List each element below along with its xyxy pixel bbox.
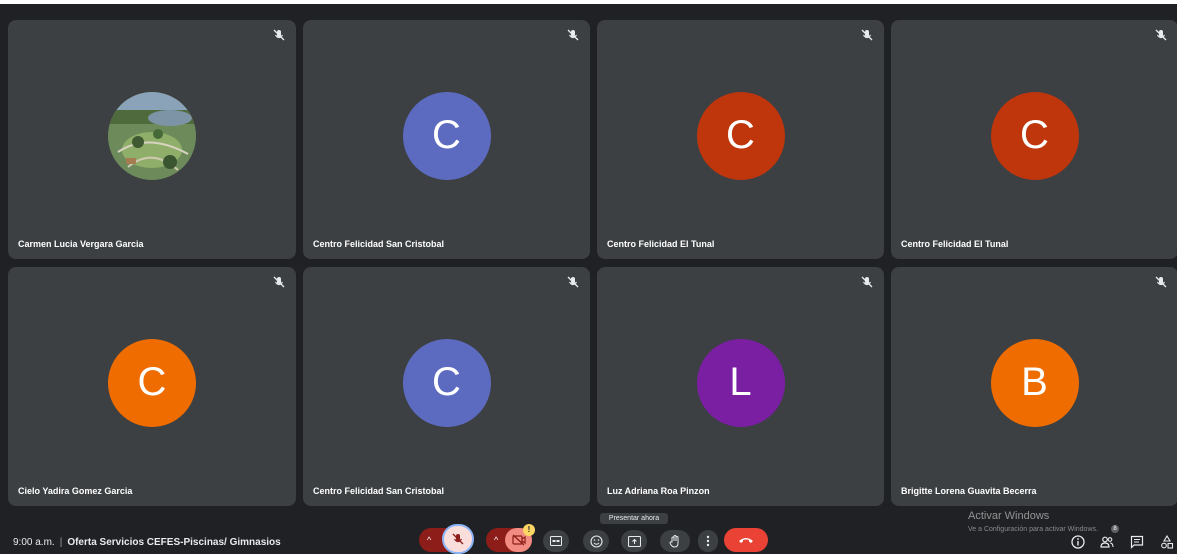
separator: | [59,537,63,548]
reactions-button[interactable] [583,530,609,552]
participant-name: Luz Adriana Roa Pinzon [607,486,710,496]
participant-photo [108,91,196,180]
windows-activation-subtitle: Ve a Configuración para activar Windows. [968,526,1098,533]
raise-hand-button[interactable] [660,530,690,552]
participant-name: Centro Felicidad San Cristobal [313,486,445,496]
muted-mic-icon [861,276,873,288]
participant-avatar: C [990,91,1079,180]
muted-mic-icon [567,29,579,41]
muted-mic-icon [1155,29,1167,41]
warning-badge-icon: ! [523,524,535,536]
more-options-button[interactable] [698,530,718,552]
participant-avatar: L [696,338,785,427]
activities-icon[interactable] [1160,535,1174,549]
people-icon[interactable] [1100,535,1114,549]
mic-off-icon [452,533,464,545]
present-now-tooltip: Presentar ahora [600,513,668,524]
participant-grid: Carmen Lucia Vergara Garcia C Centro Fel… [8,20,1177,506]
participant-name: Carmen Lucia Vergara Garcia [18,239,144,249]
captions-button[interactable] [543,530,569,552]
participant-avatar: C [696,91,785,180]
participant-avatar: C [402,91,491,180]
participant-avatar: B [990,338,1079,427]
captions-icon [550,536,562,546]
muted-mic-icon [273,29,285,41]
present-now-button[interactable] [621,530,647,552]
chat-icon[interactable] [1130,535,1144,549]
chevron-up-icon: ^ [427,535,432,545]
mic-toggle-button[interactable] [442,524,474,554]
participant-tile[interactable]: B Brigitte Lorena Guavita Becerra [891,267,1177,506]
chevron-up-icon: ^ [494,535,499,545]
emoji-icon [589,534,603,548]
participant-tile[interactable]: Carmen Lucia Vergara Garcia [8,20,296,259]
muted-mic-icon [273,276,285,288]
participant-name: Centro Felicidad El Tunal [901,239,1009,249]
participant-tile[interactable]: C Centro Felicidad San Cristobal [303,20,590,259]
participant-avatar: C [402,338,491,427]
participant-tile[interactable]: C Cielo Yadira Gomez Garcia [8,267,296,506]
participant-tile[interactable]: C Centro Felicidad El Tunal [597,20,884,259]
more-vert-icon [706,535,710,547]
meeting-title: Oferta Servicios CEFES-Piscinas/ Gimnasi… [67,537,281,548]
present-screen-icon [627,535,641,547]
participant-name: Centro Felicidad El Tunal [607,239,715,249]
participant-avatar: C [108,338,196,427]
windows-activation-title: Activar Windows [968,510,1050,522]
participants-count-badge: 8 [1111,525,1119,533]
muted-mic-icon [567,276,579,288]
hand-icon [669,534,679,548]
info-icon[interactable] [1071,535,1085,549]
participant-tile[interactable]: C Centro Felicidad El Tunal [891,20,1177,259]
muted-mic-icon [1155,276,1167,288]
meeting-info: 9:00 a.m. | Oferta Servicios CEFES-Piscina… [13,537,281,548]
participant-name: Brigitte Lorena Guavita Becerra [901,486,1037,496]
participant-name: Cielo Yadira Gomez Garcia [18,486,133,496]
end-call-button[interactable] [724,528,768,552]
muted-mic-icon [861,29,873,41]
camera-off-icon [511,534,526,546]
top-bar [0,0,1177,4]
current-time: 9:00 a.m. [13,537,55,548]
participant-tile[interactable]: L Luz Adriana Roa Pinzon [597,267,884,506]
phone-hangup-icon [739,538,753,543]
participant-name: Centro Felicidad San Cristobal [313,239,445,249]
participant-tile[interactable]: C Centro Felicidad San Cristobal [303,267,590,506]
